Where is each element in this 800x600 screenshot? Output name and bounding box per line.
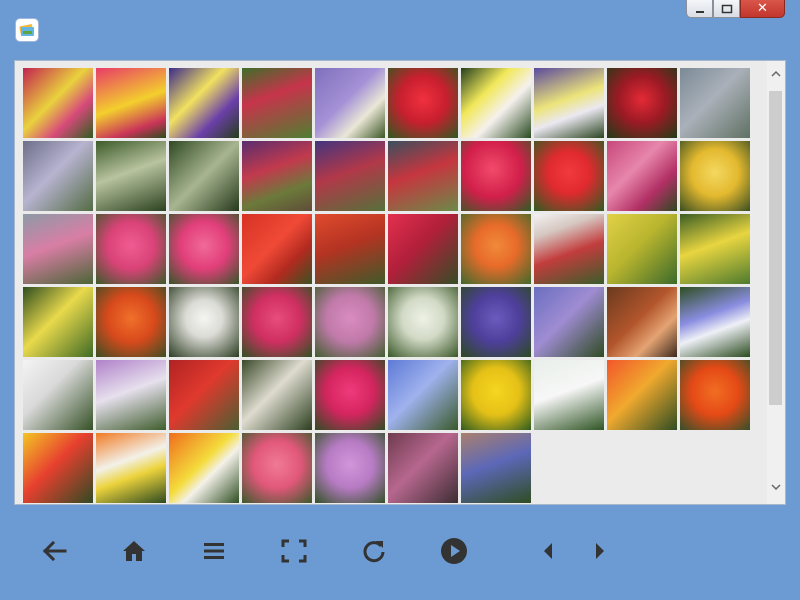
photo-thumbnail[interactable]	[242, 287, 312, 357]
photo-thumbnail[interactable]	[169, 433, 239, 503]
photo-thumbnail[interactable]	[242, 141, 312, 211]
photo-thumbnail[interactable]	[534, 287, 604, 357]
chevron-up-icon[interactable]	[769, 67, 783, 81]
fullscreen-button[interactable]	[274, 530, 314, 572]
play-button[interactable]	[434, 530, 474, 572]
photo-thumbnail[interactable]	[680, 287, 750, 357]
photo-thumbnail[interactable]	[388, 68, 458, 138]
photo-thumbnail[interactable]	[534, 360, 604, 430]
menu-button[interactable]	[194, 530, 234, 572]
photo-thumbnail[interactable]	[388, 433, 458, 503]
photo-thumbnail[interactable]	[96, 141, 166, 211]
photo-thumbnail[interactable]	[315, 214, 385, 284]
photo-gallery-icon	[16, 19, 38, 41]
photo-thumbnail[interactable]	[607, 68, 677, 138]
photo-thumbnail[interactable]	[680, 141, 750, 211]
photo-thumbnail[interactable]	[534, 141, 604, 211]
photo-thumbnail[interactable]	[169, 214, 239, 284]
chevron-down-icon[interactable]	[769, 480, 783, 494]
photo-thumbnail[interactable]	[23, 433, 93, 503]
fullscreen-icon	[281, 539, 307, 563]
photo-thumbnail[interactable]	[607, 360, 677, 430]
photo-thumbnail[interactable]	[607, 214, 677, 284]
minimize-icon	[695, 0, 705, 18]
triangle-left-icon	[541, 541, 555, 561]
home-button[interactable]	[114, 530, 154, 572]
refresh-button[interactable]	[354, 530, 394, 572]
arrow-left-icon	[40, 539, 68, 563]
photo-thumbnail[interactable]	[315, 141, 385, 211]
photo-thumbnail[interactable]	[315, 433, 385, 503]
photo-thumbnail[interactable]	[388, 214, 458, 284]
photo-thumbnail[interactable]	[242, 68, 312, 138]
photo-thumbnail[interactable]	[169, 68, 239, 138]
photo-thumbnail[interactable]	[461, 360, 531, 430]
triangle-right-icon	[593, 541, 607, 561]
vertical-scrollbar[interactable]	[767, 61, 785, 504]
photo-thumbnail[interactable]	[607, 287, 677, 357]
photo-thumbnail[interactable]	[96, 68, 166, 138]
photo-thumbnail[interactable]	[242, 360, 312, 430]
photo-thumbnail[interactable]	[23, 214, 93, 284]
photo-thumbnail[interactable]	[315, 360, 385, 430]
photo-thumbnail[interactable]	[96, 360, 166, 430]
photo-thumbnail[interactable]	[680, 68, 750, 138]
thumbnail-grid	[23, 68, 753, 503]
play-icon	[440, 537, 468, 565]
photo-gallery-panel	[14, 60, 786, 505]
photo-thumbnail[interactable]	[23, 360, 93, 430]
photo-thumbnail[interactable]	[461, 68, 531, 138]
close-button[interactable]: ✕	[740, 0, 785, 18]
next-button[interactable]	[580, 530, 620, 572]
minimize-button[interactable]	[686, 0, 713, 18]
menu-icon	[203, 541, 225, 561]
photo-thumbnail[interactable]	[23, 287, 93, 357]
scrollbar-thumb[interactable]	[769, 91, 782, 405]
photo-thumbnail[interactable]	[242, 214, 312, 284]
home-icon	[121, 539, 147, 563]
photo-thumbnail[interactable]	[388, 287, 458, 357]
photo-thumbnail[interactable]	[534, 214, 604, 284]
maximize-button[interactable]	[713, 0, 740, 18]
photo-thumbnail[interactable]	[96, 214, 166, 284]
photo-thumbnail[interactable]	[315, 287, 385, 357]
photo-thumbnail[interactable]	[169, 287, 239, 357]
back-button[interactable]	[34, 530, 74, 572]
photo-thumbnail[interactable]	[23, 68, 93, 138]
photo-thumbnail[interactable]	[461, 214, 531, 284]
close-icon: ✕	[757, 1, 768, 16]
photo-thumbnail[interactable]	[534, 68, 604, 138]
window-controls: ✕	[686, 0, 785, 20]
photo-thumbnail[interactable]	[315, 68, 385, 138]
photo-thumbnail[interactable]	[242, 433, 312, 503]
bottom-toolbar	[0, 530, 800, 574]
refresh-icon	[361, 538, 387, 564]
previous-button[interactable]	[528, 530, 568, 572]
photo-thumbnail[interactable]	[388, 141, 458, 211]
photo-thumbnail[interactable]	[388, 360, 458, 430]
photo-thumbnail[interactable]	[461, 287, 531, 357]
photo-thumbnail[interactable]	[461, 141, 531, 211]
photo-thumbnail[interactable]	[680, 214, 750, 284]
photo-thumbnail[interactable]	[169, 141, 239, 211]
photo-thumbnail[interactable]	[461, 433, 531, 503]
photo-thumbnail[interactable]	[96, 287, 166, 357]
photo-thumbnail[interactable]	[96, 433, 166, 503]
photo-thumbnail[interactable]	[23, 141, 93, 211]
photo-thumbnail[interactable]	[680, 360, 750, 430]
photo-thumbnail[interactable]	[169, 360, 239, 430]
photo-thumbnail[interactable]	[607, 141, 677, 211]
maximize-icon	[721, 0, 733, 18]
